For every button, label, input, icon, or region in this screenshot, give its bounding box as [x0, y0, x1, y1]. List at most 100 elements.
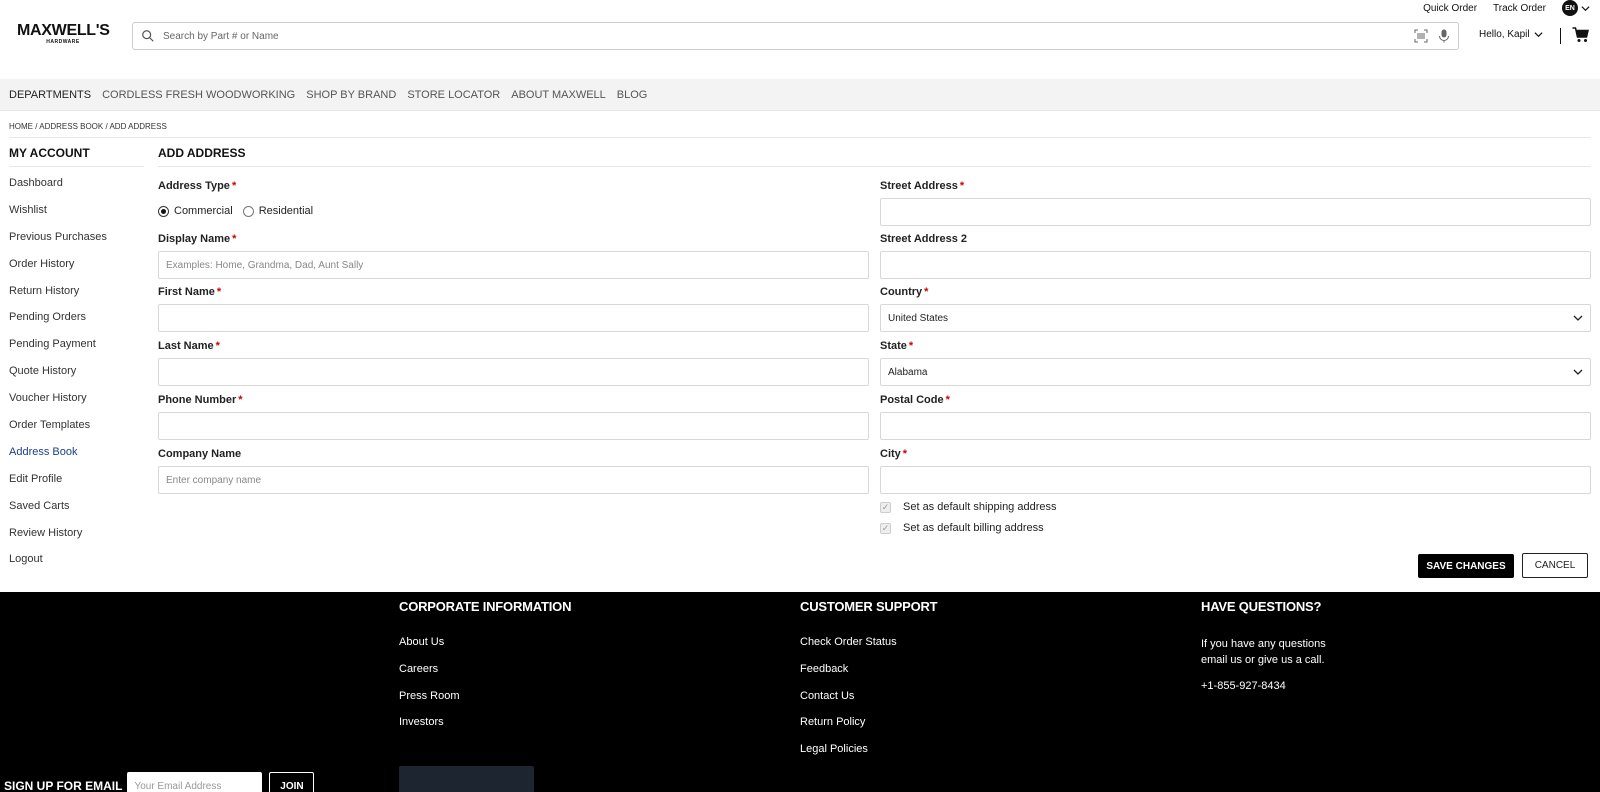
footer-phone[interactable]: +1-855-927-8434 [1201, 680, 1341, 692]
country-select[interactable]: United States [880, 304, 1591, 332]
greeting-text: Hello, Kapil [1479, 29, 1530, 40]
search-bar[interactable]: Search by Part # or Name [132, 22, 1459, 50]
track-order-link[interactable]: Track Order [1493, 3, 1546, 14]
cancel-button[interactable]: CANCEL [1522, 553, 1588, 578]
radio-residential[interactable]: Residential [242, 205, 313, 217]
country-selected-value: United States [888, 312, 949, 324]
country-label: Country * [880, 286, 929, 298]
sidebar-item-edit-profile[interactable]: Edit Profile [9, 471, 107, 498]
sidebar-item-order-templates[interactable]: Order Templates [9, 417, 107, 444]
microphone-icon[interactable] [1438, 29, 1450, 43]
sidebar-item-quote-history[interactable]: Quote History [9, 363, 107, 390]
breadcrumb[interactable]: HOME / ADDRESS BOOK / ADD ADDRESS [9, 122, 167, 131]
sidebar-item-dashboard[interactable]: Dashboard [9, 175, 107, 202]
state-label: State * [880, 340, 914, 352]
nav-departments[interactable]: DEPARTMENTS [9, 89, 91, 101]
street-address-2-field[interactable] [880, 251, 1591, 279]
sidebar-item-order-history[interactable]: Order History [9, 256, 107, 283]
city-field[interactable] [880, 466, 1591, 494]
footer-support-title: CUSTOMER SUPPORT [800, 599, 938, 614]
radio-commercial[interactable]: Commercial [158, 205, 233, 217]
footer-link-investors[interactable]: Investors [399, 716, 571, 743]
quick-order-link[interactable]: Quick Order [1423, 3, 1477, 14]
breadcrumb-divider [9, 137, 1591, 138]
chevron-down-icon [1573, 315, 1583, 321]
cart-icon[interactable] [1572, 27, 1589, 43]
nav-cordless-fresh-woodworking[interactable]: CORDLESS FRESH WOODWORKING [102, 89, 295, 101]
email-signup: SIGN UP FOR EMAIL Your Email Address JOI… [4, 772, 315, 792]
footer-support-column: CUSTOMER SUPPORT Check Order Status Feed… [800, 599, 938, 770]
company-name-field[interactable]: Enter company name [158, 466, 869, 494]
display-name-label: Display Name * [158, 233, 237, 245]
display-name-field[interactable]: Examples: Home, Grandma, Dad, Aunt Sally [158, 251, 869, 279]
nav-shop-by-brand[interactable]: SHOP BY BRAND [306, 89, 396, 101]
sidebar-item-pending-payment[interactable]: Pending Payment [9, 336, 107, 363]
sidebar-item-return-history[interactable]: Return History [9, 283, 107, 310]
phone-number-label: Phone Number * [158, 394, 243, 406]
footer-promo-image[interactable] [399, 766, 534, 792]
sidebar-item-address-book[interactable]: Address Book [9, 444, 107, 471]
sidebar-item-review-history[interactable]: Review History [9, 525, 107, 552]
radio-selected-indicator [158, 205, 169, 217]
footer-link-return-policy[interactable]: Return Policy [800, 716, 937, 743]
page-title: ADD ADDRESS [158, 146, 246, 160]
address-type-label: Address Type * [158, 180, 237, 192]
logo-sub-text: HARDWARE [46, 39, 80, 45]
barcode-scan-icon[interactable] [1414, 29, 1428, 43]
email-signup-input[interactable]: Your Email Address [127, 772, 263, 792]
footer-link-careers[interactable]: Careers [399, 663, 571, 690]
company-name-label: Company Name [158, 448, 242, 460]
address-type-radio-group: Commercial Residential [158, 205, 313, 217]
save-changes-button[interactable]: SAVE CHANGES [1418, 554, 1514, 578]
street-address-label: Street Address * [880, 180, 965, 192]
language-selector[interactable]: EN [1562, 0, 1590, 16]
sidebar-item-previous-purchases[interactable]: Previous Purchases [9, 229, 107, 256]
sidebar-item-logout[interactable]: Logout [9, 551, 107, 578]
signup-label: SIGN UP FOR EMAIL [4, 779, 123, 792]
nav-about-maxwell[interactable]: ABOUT MAXWELL [511, 89, 606, 101]
footer-questions-column: HAVE QUESTIONS? If you have any question… [1201, 599, 1341, 692]
sidebar-item-wishlist[interactable]: Wishlist [9, 202, 107, 229]
footer-link-legal-policies[interactable]: Legal Policies [800, 743, 937, 770]
footer: CORPORATE INFORMATION About Us Careers P… [0, 592, 1600, 792]
sidebar-item-saved-carts[interactable]: Saved Carts [9, 498, 107, 525]
header: MAXWELL'S HARDWARE Search by Part # or N… [0, 22, 1600, 52]
site-logo[interactable]: MAXWELL'S HARDWARE [17, 22, 110, 45]
account-sidebar: Dashboard Wishlist Previous Purchases Or… [9, 175, 107, 578]
footer-link-about-us[interactable]: About Us [399, 636, 571, 663]
chevron-down-icon [1573, 369, 1583, 375]
footer-link-press-room[interactable]: Press Room [399, 690, 571, 717]
footer-link-contact-us[interactable]: Contact Us [800, 690, 937, 717]
header-divider [1560, 28, 1561, 44]
footer-corporate-column: CORPORATE INFORMATION About Us Careers P… [399, 599, 571, 743]
phone-number-field[interactable] [158, 412, 869, 440]
utility-bar: Quick Order Track Order EN [1423, 0, 1590, 16]
first-name-label: First Name * [158, 286, 222, 298]
language-badge: EN [1562, 0, 1578, 16]
footer-link-feedback[interactable]: Feedback [800, 663, 937, 690]
default-shipping-checkbox[interactable]: ✓ Set as default shipping address [880, 501, 1057, 513]
default-billing-checkbox[interactable]: ✓ Set as default billing address [880, 522, 1044, 534]
nav-blog[interactable]: BLOG [617, 89, 648, 101]
account-menu[interactable]: Hello, Kapil [1479, 29, 1543, 40]
first-name-field[interactable] [158, 304, 869, 332]
state-select[interactable]: Alabama [880, 358, 1591, 386]
main-nav: DEPARTMENTS CORDLESS FRESH WOODWORKING S… [0, 79, 1600, 111]
nav-store-locator[interactable]: STORE LOCATOR [407, 89, 500, 101]
footer-questions-text: If you have any questions email us or gi… [1201, 638, 1326, 666]
radio-unselected-indicator [242, 205, 254, 217]
footer-link-check-order-status[interactable]: Check Order Status [800, 636, 937, 663]
last-name-label: Last Name * [158, 340, 220, 352]
search-input[interactable]: Search by Part # or Name [163, 31, 1414, 42]
default-billing-label: Set as default billing address [903, 522, 1044, 534]
sidebar-item-pending-orders[interactable]: Pending Orders [9, 309, 107, 336]
checkbox-checked-icon: ✓ [880, 522, 891, 534]
sidebar-item-voucher-history[interactable]: Voucher History [9, 390, 107, 417]
join-button[interactable]: JOIN [269, 772, 315, 792]
postal-code-field[interactable] [880, 412, 1591, 440]
logo-main-text: MAXWELL'S [17, 22, 110, 39]
postal-code-label: Postal Code * [880, 394, 950, 406]
last-name-field[interactable] [158, 358, 869, 386]
street-address-field[interactable] [880, 198, 1591, 226]
footer-questions-title: HAVE QUESTIONS? [1201, 599, 1322, 614]
